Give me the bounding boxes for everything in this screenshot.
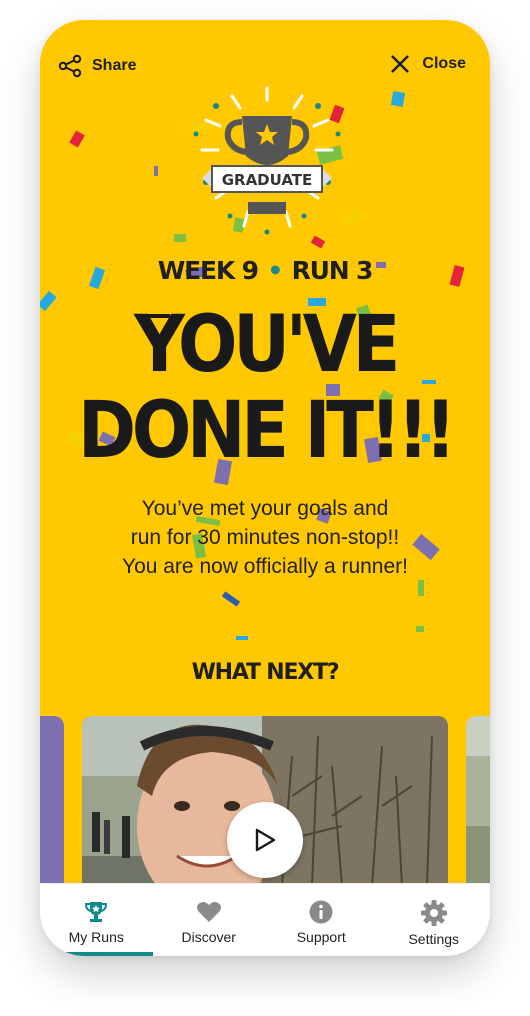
tab-discover[interactable]: Discover	[153, 884, 266, 956]
share-button[interactable]: Share	[58, 54, 136, 78]
previous-card[interactable]	[40, 716, 64, 886]
bottom-tab-bar: My Runs Discover Support Settings	[40, 883, 490, 956]
close-button[interactable]: Close	[390, 54, 466, 74]
video-carousel	[40, 716, 490, 886]
top-bar: Share Close	[40, 46, 490, 86]
week-label: WEEK 9	[157, 256, 259, 285]
play-button[interactable]	[227, 802, 303, 878]
badge-text: GRADUATE	[222, 171, 313, 189]
tab-label: Support	[296, 929, 346, 945]
tab-label: My Runs	[68, 929, 124, 945]
message-line-1: You’ve met your goals and	[141, 497, 389, 520]
share-label: Share	[92, 57, 137, 74]
tab-settings[interactable]: Settings	[378, 884, 491, 956]
tab-label: Discover	[181, 929, 236, 945]
app-screen: Share Close GRADUATE WEEK 9 • RUN 3 YOU'…	[40, 20, 490, 956]
run-label: RUN 3	[291, 256, 374, 285]
headline-line-2: DONE IT!!!	[77, 386, 457, 476]
close-label: Close	[422, 55, 466, 72]
play-icon	[255, 828, 276, 852]
headline: YOU'VE DONE IT!!!	[63, 302, 468, 474]
next-card[interactable]	[466, 716, 490, 886]
share-icon	[58, 54, 82, 78]
video-card[interactable]	[82, 716, 448, 886]
tab-support[interactable]: Support	[265, 884, 378, 956]
what-next-heading: WHAT NEXT?	[191, 660, 340, 685]
info-icon	[309, 900, 333, 924]
message-line-3: You are now officially a runner!	[121, 555, 408, 578]
close-icon	[391, 55, 410, 73]
headline-line-1: YOU'VE	[134, 300, 400, 390]
heart-icon	[196, 902, 221, 922]
separator-dot: •	[267, 256, 283, 285]
week-run-label: WEEK 9 • RUN 3	[40, 256, 490, 285]
gear-icon	[420, 900, 447, 926]
next-card-thumbnail	[466, 716, 490, 886]
trophy-icon	[85, 902, 108, 922]
tab-my-runs[interactable]: My Runs	[40, 884, 153, 956]
tab-label: Settings	[408, 931, 460, 947]
graduate-trophy-badge: GRADUATE	[193, 86, 341, 235]
congrats-message: You’ve met your goals and run for 30 min…	[70, 494, 460, 581]
message-line-2: run for 30 minutes non-stop!!	[130, 526, 400, 549]
